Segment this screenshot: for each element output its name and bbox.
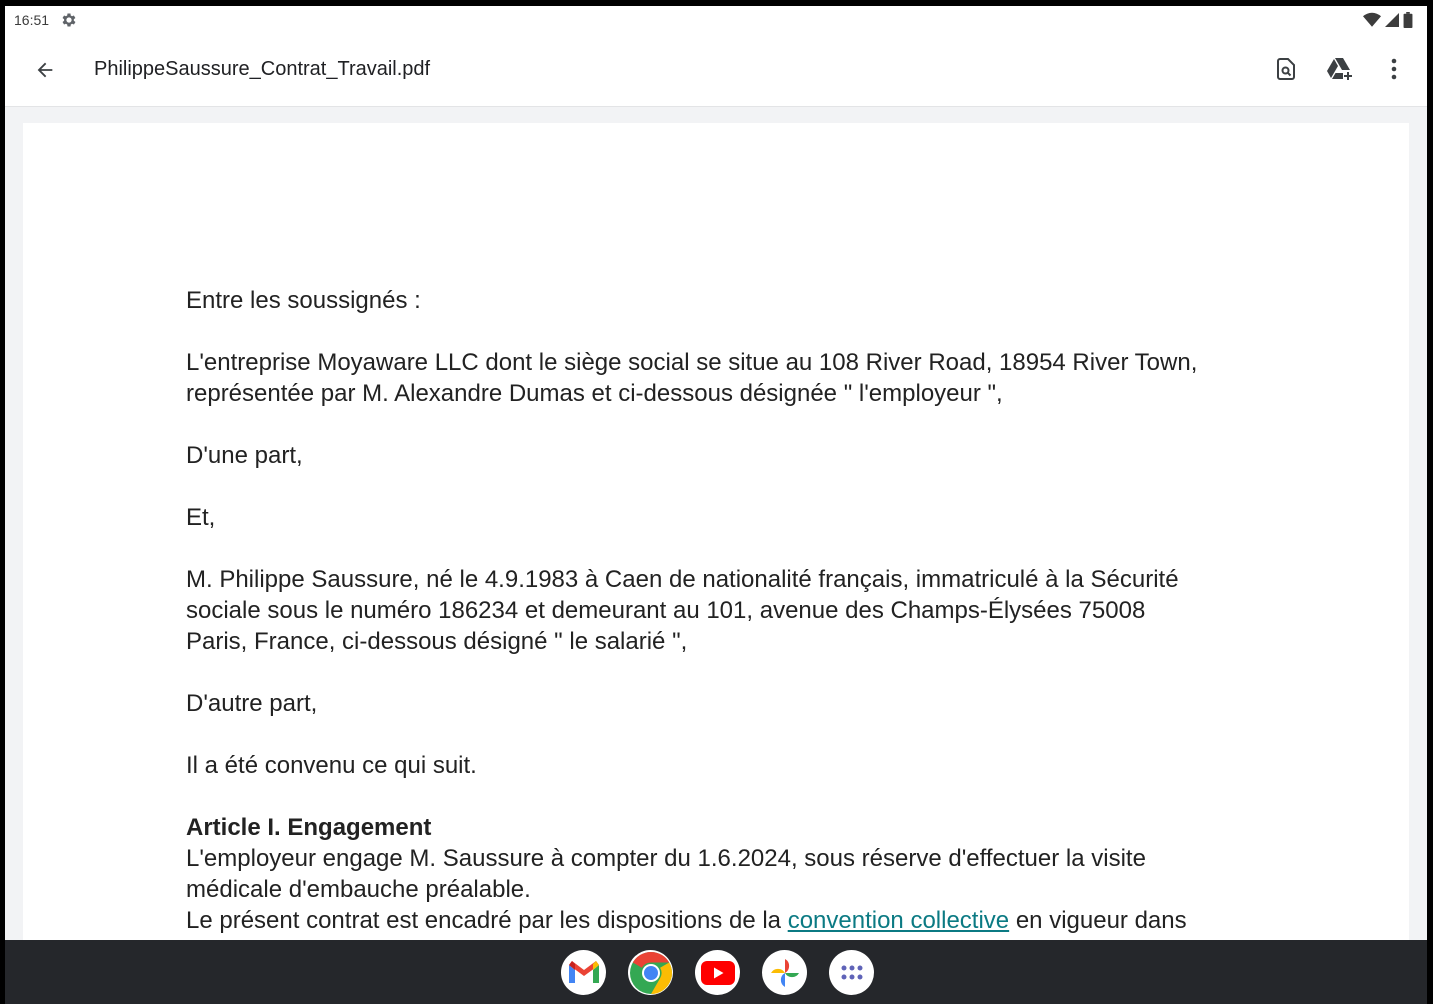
et-paragraph: Et, [186, 504, 216, 531]
chrome-icon [629, 951, 672, 994]
youtube-icon [700, 960, 735, 985]
article-1-line-3-after: en vigueur dans [1009, 907, 1187, 934]
gmail-app[interactable] [561, 950, 606, 995]
article-1-heading: Article I. Engagement [186, 814, 432, 841]
app-drawer-icon [841, 965, 862, 979]
settings-gear-icon [62, 13, 76, 27]
photos-icon [770, 958, 799, 987]
back-button[interactable] [31, 56, 59, 84]
find-in-page-icon [1277, 58, 1295, 80]
more-options-button[interactable] [1379, 54, 1409, 84]
status-time: 16:51 [14, 12, 50, 28]
article-1-section: Article I. Engagement L'employeur engage… [186, 812, 1286, 936]
youtube-app[interactable] [695, 950, 740, 995]
chrome-app[interactable] [628, 950, 673, 995]
gmail-icon [568, 960, 599, 983]
back-arrow-icon [37, 62, 53, 78]
article-1-line-1: L'employeur engage M. Saussure à compter… [186, 845, 1146, 872]
document-title: PhilippeSaussure_Contrat_Travail.pdf [94, 58, 431, 80]
wifi-icon [1363, 12, 1381, 27]
dune-part-paragraph: D'une part, [186, 442, 303, 469]
device-screen: 16:51 PhilippeSaussure_Contrat_Travail.p… [5, 6, 1427, 1004]
employee-line-1: M. Philippe Saussure, né le 4.9.1983 à C… [186, 566, 1179, 593]
employee-paragraph: M. Philippe Saussure, né le 4.9.1983 à C… [186, 564, 1286, 657]
employer-line-2: représentée par M. Alexandre Dumas et ci… [186, 380, 1003, 407]
taskbar [5, 940, 1427, 1004]
article-1-line-2: médicale d'embauche préalable. [186, 876, 531, 903]
convention-collective-link[interactable]: convention collective [788, 907, 1009, 934]
photos-app[interactable] [762, 950, 807, 995]
intro-paragraph: Entre les soussignés : [186, 287, 421, 314]
status-bar: 16:51 [5, 6, 1427, 34]
app-dock [561, 950, 874, 995]
app-bar: PhilippeSaussure_Contrat_Travail.pdf [5, 34, 1427, 107]
dautre-part-paragraph: D'autre part, [186, 690, 318, 717]
battery-icon [1403, 12, 1413, 28]
article-1-line-3-before: Le présent contrat est encadré par les d… [186, 907, 788, 934]
signal-icon [1385, 13, 1399, 27]
convenu-paragraph: Il a été convenu ce qui suit. [186, 752, 477, 779]
app-drawer[interactable] [829, 950, 874, 995]
more-options-icon [1391, 58, 1397, 80]
employer-paragraph: L'entreprise Moyaware LLC dont le siège … [186, 347, 1286, 409]
document-body: Entre les soussignés : L'entreprise Moya… [186, 285, 1286, 936]
pdf-page[interactable]: Entre les soussignés : L'entreprise Moya… [23, 123, 1409, 963]
employee-line-3: Paris, France, ci-dessous désigné " le s… [186, 628, 688, 655]
add-to-drive-button[interactable] [1325, 54, 1355, 84]
employee-line-2: sociale sous le numéro 186234 et demeura… [186, 597, 1146, 624]
add-to-drive-icon [1327, 58, 1352, 80]
find-in-page-button[interactable] [1271, 54, 1301, 84]
employer-line-1: L'entreprise Moyaware LLC dont le siège … [186, 349, 1198, 376]
